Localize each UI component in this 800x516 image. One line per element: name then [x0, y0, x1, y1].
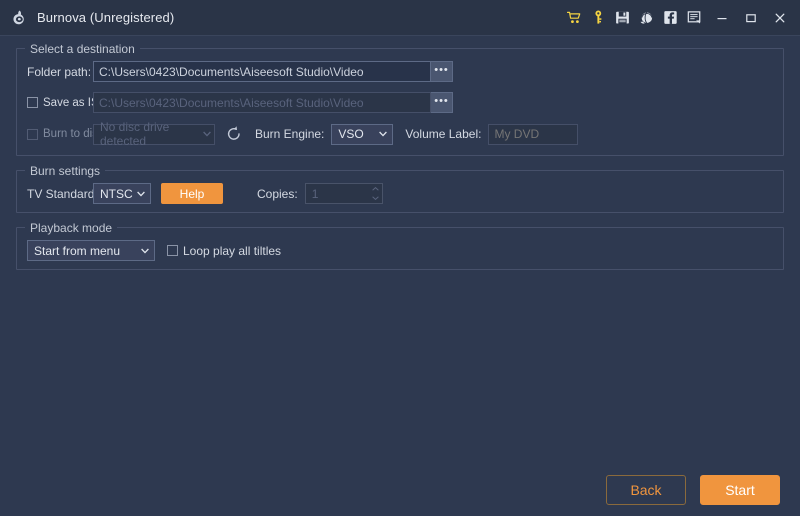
tv-standard-label: TV Standard: — [27, 186, 98, 201]
copies-increment-button[interactable] — [369, 184, 382, 194]
loop-play-checkbox[interactable]: Loop play all tiltles — [167, 244, 281, 258]
iso-path-input[interactable] — [93, 92, 431, 113]
facebook-icon[interactable] — [659, 7, 681, 29]
playback-mode-row: Start from menu Loop play all tiltles — [27, 240, 773, 261]
copies-label: Copies: — [257, 186, 298, 201]
burn-settings-row: TV Standard: NTSC Help Copies: 1 — [27, 183, 773, 204]
folder-path-input[interactable] — [93, 61, 431, 82]
title-bar: Burnova (Unregistered) — [0, 0, 800, 36]
copies-value: 1 — [311, 186, 319, 201]
save-as-iso-checkbox[interactable]: Save as ISO — [27, 97, 108, 109]
chevron-down-icon — [199, 131, 214, 137]
playback-mode-value: Start from menu — [34, 243, 121, 258]
folder-path-browse-button[interactable]: ••• — [431, 61, 453, 82]
back-button[interactable]: Back — [606, 475, 686, 505]
main-content: Select a destination Folder path: ••• Sa… — [0, 38, 800, 516]
chevron-down-icon — [133, 191, 150, 197]
close-button[interactable] — [768, 6, 792, 30]
feedback-icon[interactable] — [683, 7, 705, 29]
tv-standard-select[interactable]: NTSC — [93, 183, 151, 204]
volume-label-label: Volume Label: — [405, 127, 482, 141]
chevron-down-icon — [374, 131, 392, 137]
playback-mode-group: Playback mode Start from menu Loop play … — [16, 221, 784, 270]
burn-to-disc-checkbox-box[interactable] — [27, 128, 38, 140]
folder-path-label: Folder path: — [27, 64, 92, 79]
playback-mode-select[interactable]: Start from menu — [27, 240, 155, 261]
volume-label-input[interactable] — [488, 123, 579, 145]
minimize-button[interactable] — [710, 6, 734, 30]
playback-mode-group-title: Playback mode — [25, 221, 118, 235]
destination-group: Select a destination Folder path: ••• Sa… — [16, 42, 784, 156]
folder-path-row: Folder path: ••• — [27, 61, 773, 82]
chevron-down-icon — [136, 248, 154, 254]
key-icon[interactable] — [587, 7, 609, 29]
save-as-iso-checkbox-box[interactable] — [27, 97, 38, 108]
titlebar-tools — [563, 6, 792, 30]
start-button[interactable]: Start — [700, 475, 780, 505]
refresh-icon[interactable] — [223, 123, 245, 145]
save-as-iso-row: Save as ISO ••• — [27, 92, 773, 113]
cart-icon[interactable] — [563, 7, 585, 29]
destination-group-title: Select a destination — [25, 42, 140, 56]
footer-bar: Back Start — [0, 464, 800, 516]
tv-standard-value: NTSC — [100, 186, 133, 201]
burn-settings-group: Burn settings TV Standard: NTSC Help Cop… — [16, 164, 784, 213]
window-title: Burnova (Unregistered) — [37, 10, 175, 25]
loop-play-label: Loop play all tiltles — [183, 243, 282, 258]
burn-settings-group-title: Burn settings — [25, 164, 106, 178]
save-icon[interactable] — [611, 7, 633, 29]
burn-to-disc-checkbox[interactable]: Burn to disc — [27, 128, 104, 140]
disc-drive-select[interactable]: No disc drive detected — [93, 120, 215, 148]
disc-drive-value: No disc drive detected — [100, 120, 170, 148]
help-button[interactable]: Help — [161, 183, 223, 204]
copies-stepper[interactable]: 1 — [304, 183, 383, 204]
burn-engine-select[interactable]: VSO — [331, 123, 394, 145]
burn-engine-label: Burn Engine: — [255, 127, 325, 141]
burn-to-disc-row: Burn to disc No disc drive detected Burn… — [27, 120, 773, 148]
burnova-logo-icon — [13, 10, 24, 24]
maximize-button[interactable] — [739, 6, 763, 30]
globe-refresh-icon[interactable] — [635, 7, 657, 29]
burn-engine-value: VSO — [338, 127, 364, 141]
copies-decrement-button[interactable] — [369, 194, 382, 204]
loop-play-checkbox-box[interactable] — [167, 245, 178, 256]
copies-stepper-buttons[interactable] — [369, 184, 382, 203]
iso-path-browse-button[interactable]: ••• — [431, 92, 453, 113]
